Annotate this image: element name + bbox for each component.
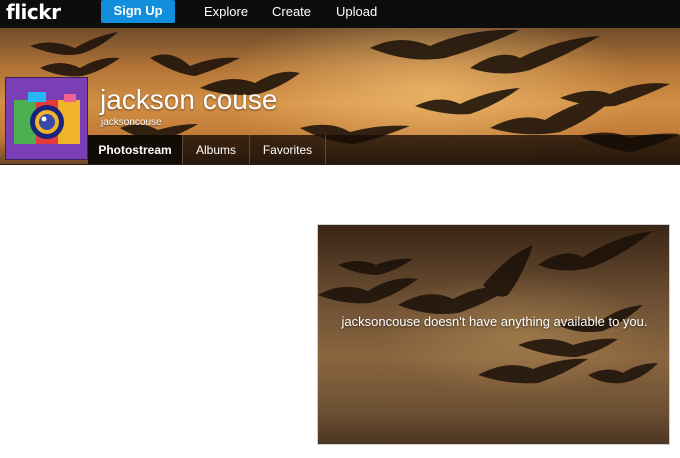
top-nav-bar: flickr Sign Up Explore Create Upload [0, 0, 680, 28]
camera-icon [6, 78, 87, 159]
profile-username: jacksoncouse [101, 117, 162, 128]
nav-explore-link[interactable]: Explore [204, 0, 248, 23]
profile-display-name: jackson couse [100, 84, 278, 115]
nav-upload-link[interactable]: Upload [336, 0, 377, 23]
flickr-logo[interactable]: flickr [6, 1, 61, 23]
tab-photostream[interactable]: Photostream [88, 135, 183, 165]
profile-tabs: Photostream Albums Favorites [88, 135, 680, 165]
tab-albums[interactable]: Albums [183, 135, 250, 165]
tabs-spacer [326, 135, 680, 165]
profile-avatar[interactable] [5, 77, 88, 160]
tab-favorites[interactable]: Favorites [250, 135, 326, 165]
empty-state-birds-image [318, 231, 658, 384]
empty-state-panel: jacksoncouse doesn't have anything avail… [317, 224, 670, 445]
nav-create-link[interactable]: Create [272, 0, 311, 23]
cover-divider [0, 164, 680, 165]
empty-state-message: jacksoncouse doesn't have anything avail… [341, 314, 648, 329]
sign-up-button[interactable]: Sign Up [101, 0, 175, 23]
